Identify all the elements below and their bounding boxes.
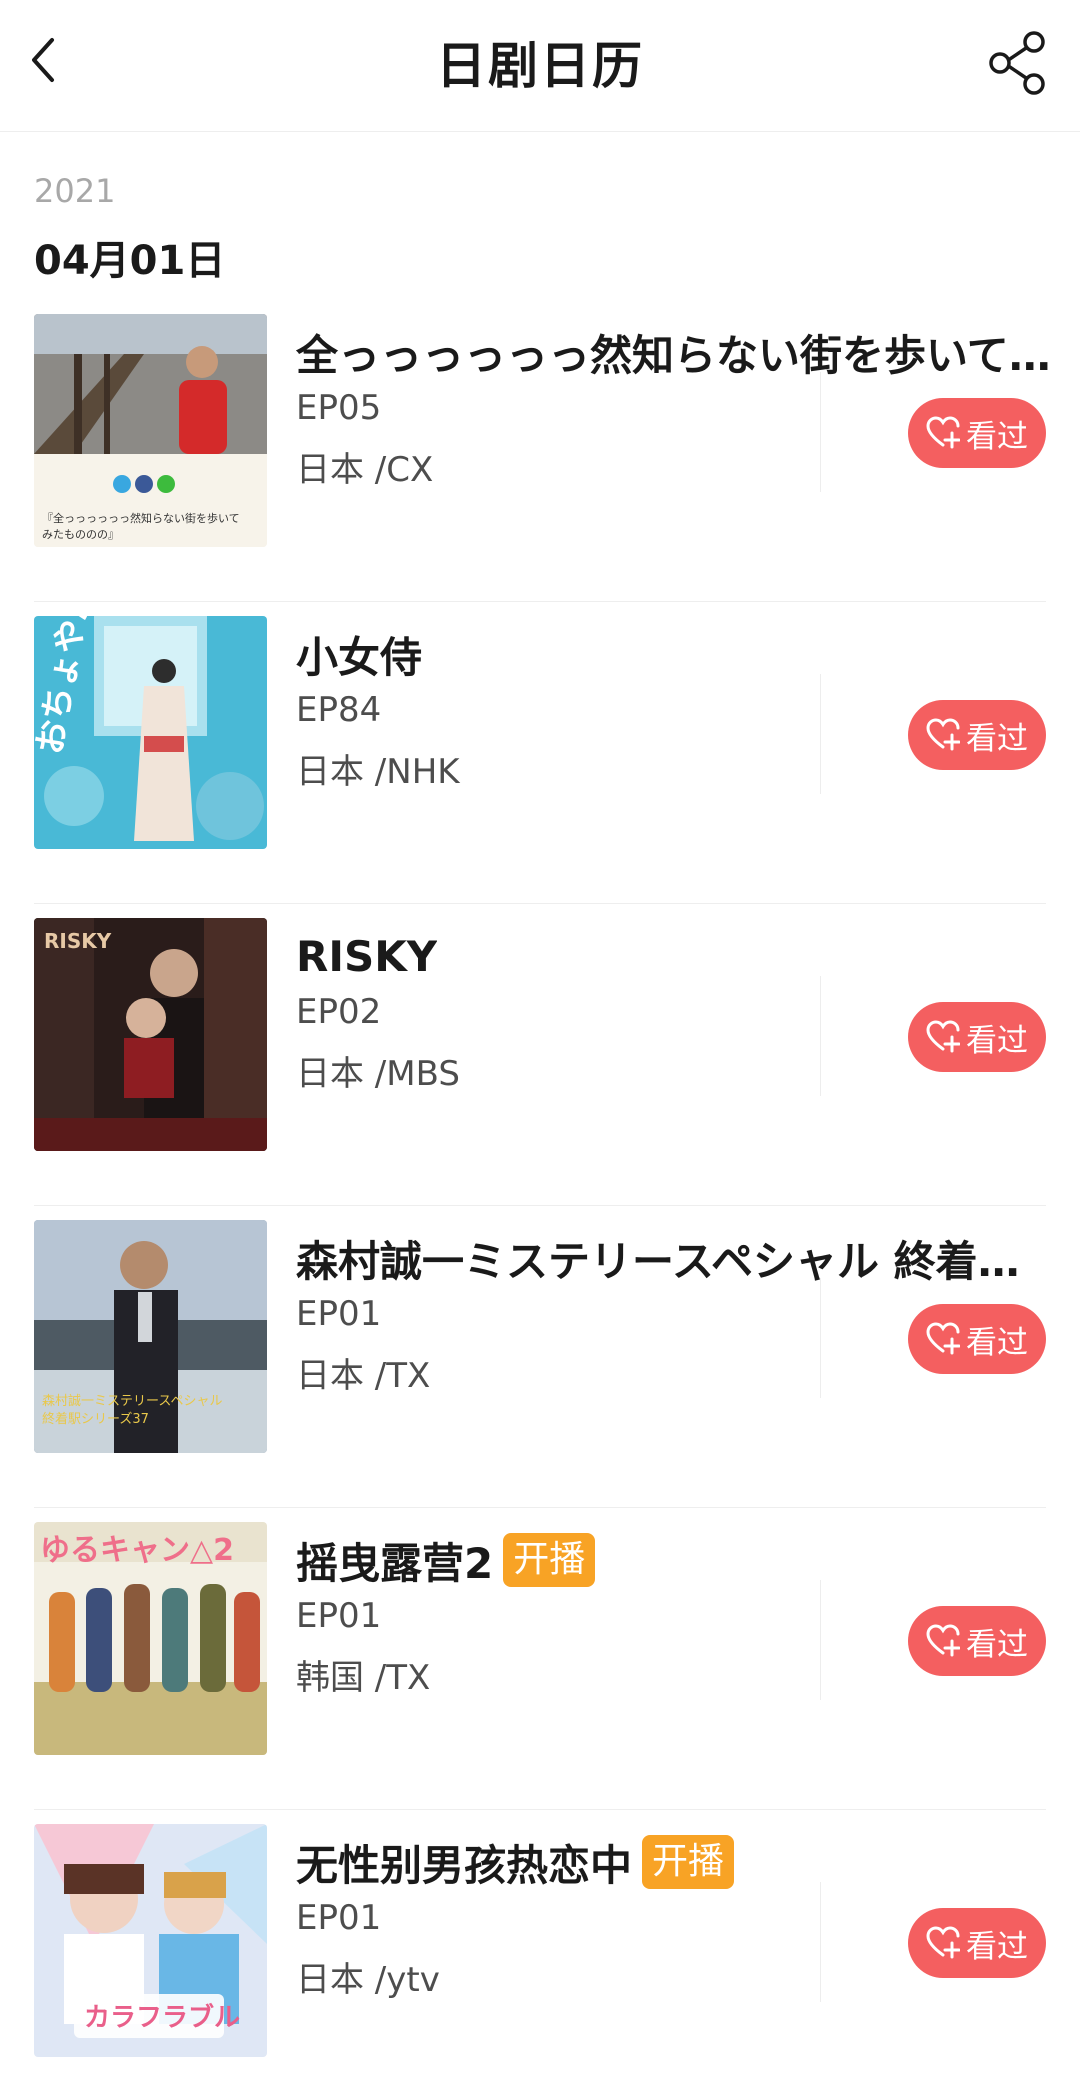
drama-poster[interactable]: ゆるキャン△2 [34, 1522, 267, 1755]
drama-title-line: 无性别男孩热恋中 开播 [296, 1832, 1056, 1892]
premiere-tag: 开播 [642, 1835, 735, 1889]
channel-label: 日本 /TX [296, 1356, 431, 1396]
poster-caption: カラフラブル [84, 2002, 240, 2033]
drama-title: 无性别男孩热恋中 [296, 1840, 633, 1890]
drama-title: RISKY [296, 931, 438, 981]
divider [820, 674, 821, 794]
watched-button-label: 看过 [966, 1626, 1028, 1663]
divider [820, 1882, 821, 2002]
drama-poster[interactable]: 森村誠一ミステリースペシャル 終着駅シリーズ37 [34, 1220, 267, 1453]
heart-plus-icon [926, 1020, 960, 1053]
premiere-tag: 开播 [503, 1533, 596, 1587]
drama-title-line: 森村誠一ミステリースペシャル 終着駅シリーズ37 作家の死 [296, 1228, 1056, 1288]
poster-caption: みたもののの』 [42, 528, 119, 541]
channel-label: 日本 /ytv [296, 1960, 440, 2000]
channel-label: 日本 /NHK [296, 752, 460, 792]
watched-button[interactable]: 看过 [908, 398, 1046, 468]
calendar-date: 04月01日 [34, 238, 226, 284]
heart-plus-icon [926, 718, 960, 751]
share-icon[interactable] [984, 30, 1050, 96]
drama-list-item[interactable]: おちょやん 小女侍 EP84 日本 /NHK 看过 [0, 602, 1080, 904]
channel-label: 日本 /CX [296, 450, 434, 490]
episode-label: EP01 [296, 1898, 382, 1938]
divider [820, 976, 821, 1096]
drama-title-line: 小女侍 [296, 624, 1056, 684]
watched-button[interactable]: 看过 [908, 700, 1046, 770]
drama-title-line: 全っっっっっっ然知らない街を歩いてみたもののの [296, 322, 1056, 382]
divider [820, 1580, 821, 1700]
drama-title: 森村誠一ミステリースペシャル 終着駅シリーズ37 作家の死 [296, 1236, 1056, 1286]
calendar-year: 2021 [34, 172, 116, 210]
watched-button[interactable]: 看过 [908, 1908, 1046, 1978]
episode-label: EP84 [296, 690, 382, 730]
poster-caption: RISKY [44, 929, 112, 953]
watched-button[interactable]: 看过 [908, 1606, 1046, 1676]
drama-title: 小女侍 [296, 632, 423, 682]
drama-list: 『全っっっっっっ然知らない街を歩いて みたもののの』 全っっっっっっ然知らない街… [0, 300, 1080, 2092]
poster-caption: 『全っっっっっっ然知らない街を歩いて [42, 511, 240, 525]
drama-list-item[interactable]: カラフラブル 无性别男孩热恋中 开播 EP01 日本 /ytv 看过 [0, 1810, 1080, 2092]
channel-label: 日本 /MBS [296, 1054, 460, 1094]
divider [820, 372, 821, 492]
heart-plus-icon [926, 1624, 960, 1657]
drama-title: 摇曳露营2 [296, 1538, 494, 1588]
heart-plus-icon [926, 1926, 960, 1959]
watched-button-label: 看过 [966, 1022, 1028, 1059]
page-title: 日剧日历 [436, 37, 644, 95]
drama-title-line: 摇曳露营2 开播 [296, 1530, 1056, 1590]
episode-label: EP01 [296, 1596, 382, 1636]
drama-list-item[interactable]: ゆるキャン△2 摇曳露营2 开播 EP01 韩国 /TX 看过 [0, 1508, 1080, 1810]
drama-poster[interactable]: カラフラブル [34, 1824, 267, 2057]
episode-label: EP05 [296, 388, 382, 428]
drama-poster[interactable]: おちょやん [34, 616, 267, 849]
drama-poster[interactable]: RISKY [34, 918, 267, 1151]
watched-button[interactable]: 看过 [908, 1002, 1046, 1072]
heart-plus-icon [926, 416, 960, 449]
drama-title-line: RISKY [296, 926, 1056, 986]
drama-list-item[interactable]: 『全っっっっっっ然知らない街を歩いて みたもののの』 全っっっっっっ然知らない街… [0, 300, 1080, 602]
watched-button-label: 看过 [966, 1928, 1028, 1965]
drama-list-item[interactable]: 森村誠一ミステリースペシャル 終着駅シリーズ37 森村誠一ミステリースペシャル … [0, 1206, 1080, 1508]
poster-caption: 終着駅シリーズ37 [42, 1411, 149, 1427]
divider [820, 1278, 821, 1398]
poster-caption: 森村誠一ミステリースペシャル [42, 1394, 222, 1409]
drama-title: 全っっっっっっ然知らない街を歩いてみたもののの [296, 330, 1056, 380]
heart-plus-icon [926, 1322, 960, 1355]
watched-button[interactable]: 看过 [908, 1304, 1046, 1374]
episode-label: EP02 [296, 992, 382, 1032]
watched-button-label: 看过 [966, 418, 1028, 455]
poster-caption: ゆるキャン△2 [40, 1533, 234, 1568]
watched-button-label: 看过 [966, 1324, 1028, 1361]
drama-poster[interactable]: 『全っっっっっっ然知らない街を歩いて みたもののの』 [34, 314, 267, 547]
top-nav-bar: 日剧日历 [0, 0, 1080, 132]
watched-button-label: 看过 [966, 720, 1028, 757]
channel-label: 韩国 /TX [296, 1658, 431, 1698]
drama-list-item[interactable]: RISKY RISKY EP02 日本 /MBS 看过 [0, 904, 1080, 1206]
episode-label: EP01 [296, 1294, 382, 1334]
